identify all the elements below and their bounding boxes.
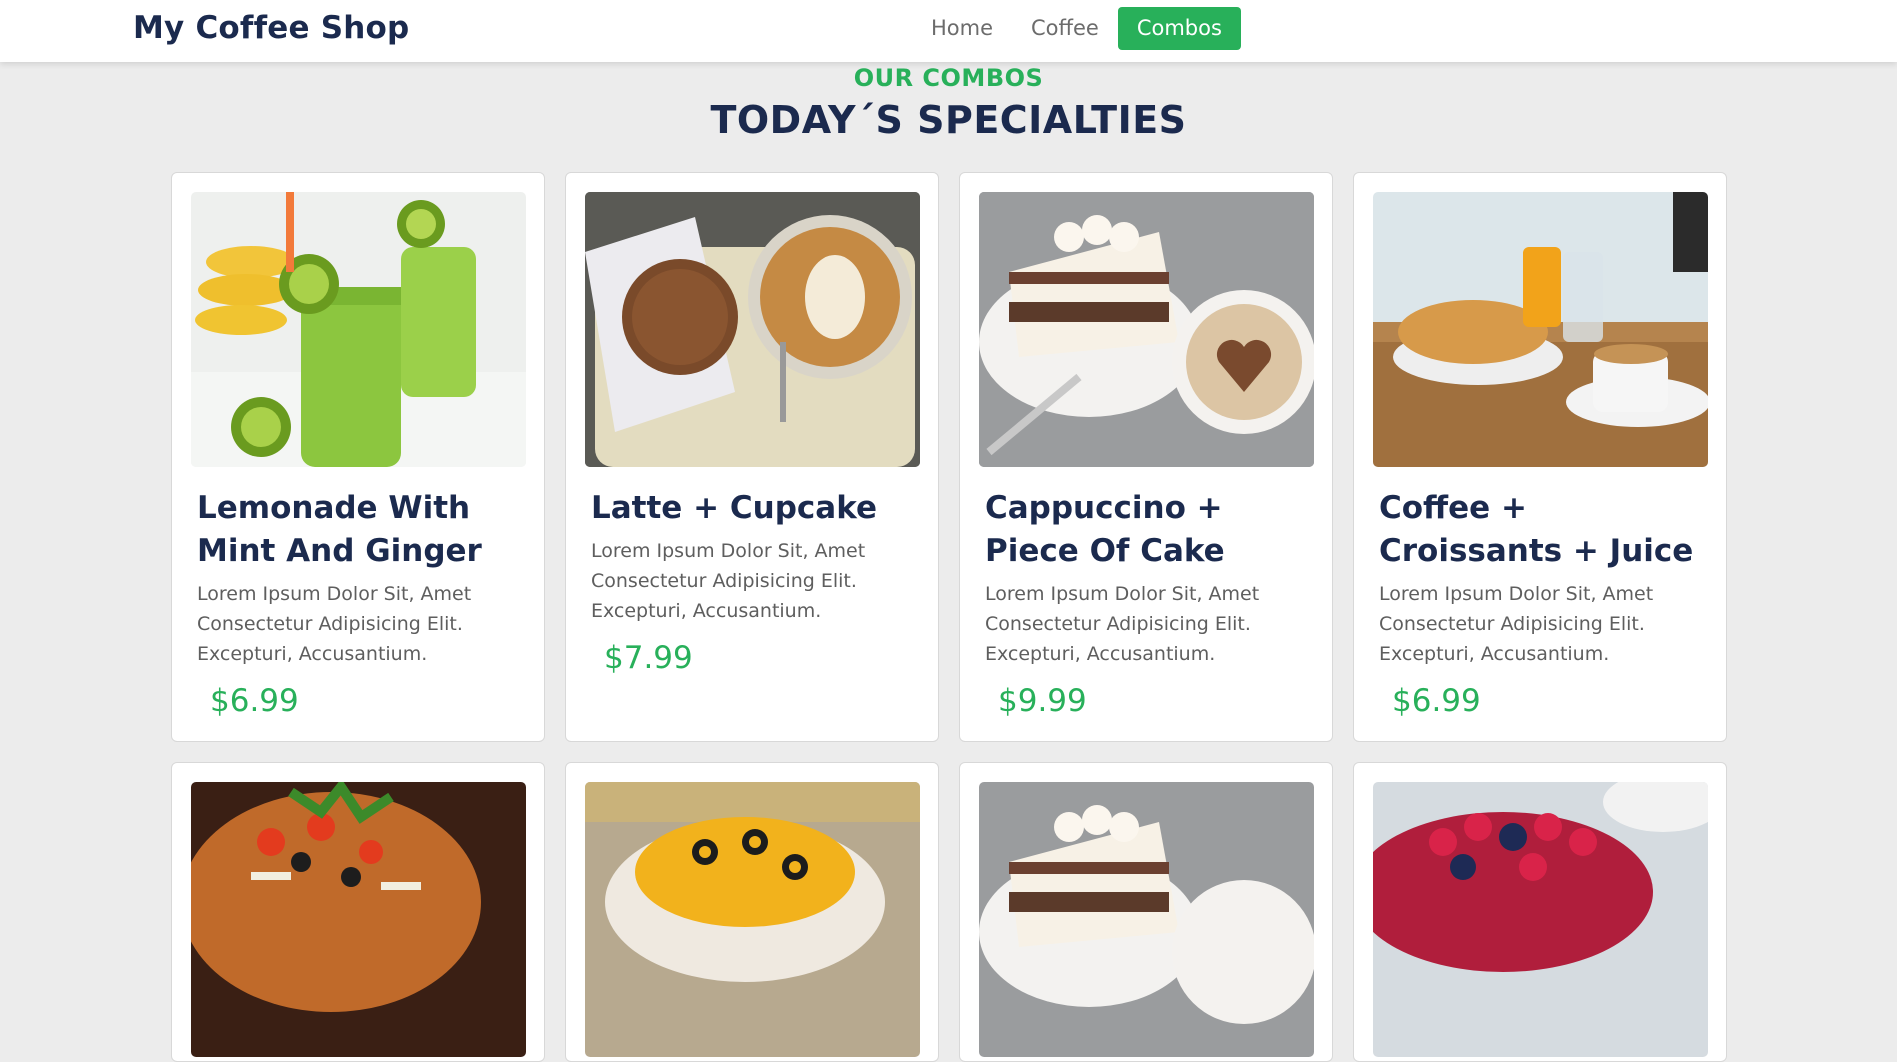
combo-image-latte bbox=[585, 192, 920, 467]
combo-card[interactable] bbox=[1353, 762, 1727, 1062]
combo-image-tiramisu-2 bbox=[979, 782, 1314, 1057]
combo-description: Lorem Ipsum Dolor Sit, Amet Consectetur … bbox=[985, 583, 1260, 665]
combo-title: Lemonade With Mint And Ginger bbox=[197, 490, 482, 569]
combo-card[interactable]: Coffee + Croissants + Juice Lorem Ipsum … bbox=[1353, 172, 1727, 742]
combo-title: Cappuccino + Piece Of Cake bbox=[985, 490, 1225, 569]
combo-card[interactable]: Latte + Cupcake Lorem Ipsum Dolor Sit, A… bbox=[565, 172, 939, 742]
combo-card[interactable] bbox=[565, 762, 939, 1062]
combo-image-smoothie bbox=[191, 192, 526, 467]
combo-image-berry-tart bbox=[1373, 782, 1708, 1057]
combo-title: Latte + Cupcake bbox=[591, 490, 878, 526]
combo-price: $6.99 bbox=[210, 683, 299, 719]
combo-description: Lorem Ipsum Dolor Sit, Amet Consectetur … bbox=[591, 540, 866, 622]
nav-coffee[interactable]: Coffee bbox=[1012, 7, 1118, 50]
section-eyebrow: OUR COMBOS bbox=[853, 64, 1044, 92]
main-nav: Home Coffee Combos bbox=[912, 7, 1241, 50]
combo-grid: Lemonade With Mint And Ginger Lorem Ipsu… bbox=[171, 172, 1729, 1062]
combo-card[interactable]: Cappuccino + Piece Of Cake Lorem Ipsum D… bbox=[959, 172, 1333, 742]
section-title: TODAY´S SPECIALTIES bbox=[710, 98, 1187, 142]
brand-logo-text[interactable]: My Coffee Shop bbox=[133, 10, 409, 46]
combo-price: $9.99 bbox=[998, 683, 1087, 719]
combo-image-tiramisu bbox=[979, 192, 1314, 467]
combo-image-nachos bbox=[585, 782, 920, 1057]
nav-combos[interactable]: Combos bbox=[1117, 7, 1241, 50]
combo-card[interactable] bbox=[959, 762, 1333, 1062]
combo-description: Lorem Ipsum Dolor Sit, Amet Consectetur … bbox=[1379, 583, 1654, 665]
combo-title: Coffee + Croissants + Juice bbox=[1379, 490, 1694, 569]
combo-card[interactable]: Lemonade With Mint And Ginger Lorem Ipsu… bbox=[171, 172, 545, 742]
nav-home[interactable]: Home bbox=[912, 7, 1012, 50]
combo-description: Lorem Ipsum Dolor Sit, Amet Consectetur … bbox=[197, 583, 472, 665]
combo-image-croissants bbox=[1373, 192, 1708, 467]
combo-image-taco-salad bbox=[191, 782, 526, 1057]
navbar: My Coffee Shop Home Coffee Combos bbox=[0, 0, 1897, 62]
combo-price: $6.99 bbox=[1392, 683, 1481, 719]
combo-card[interactable] bbox=[171, 762, 545, 1062]
combo-price: $7.99 bbox=[604, 640, 693, 676]
